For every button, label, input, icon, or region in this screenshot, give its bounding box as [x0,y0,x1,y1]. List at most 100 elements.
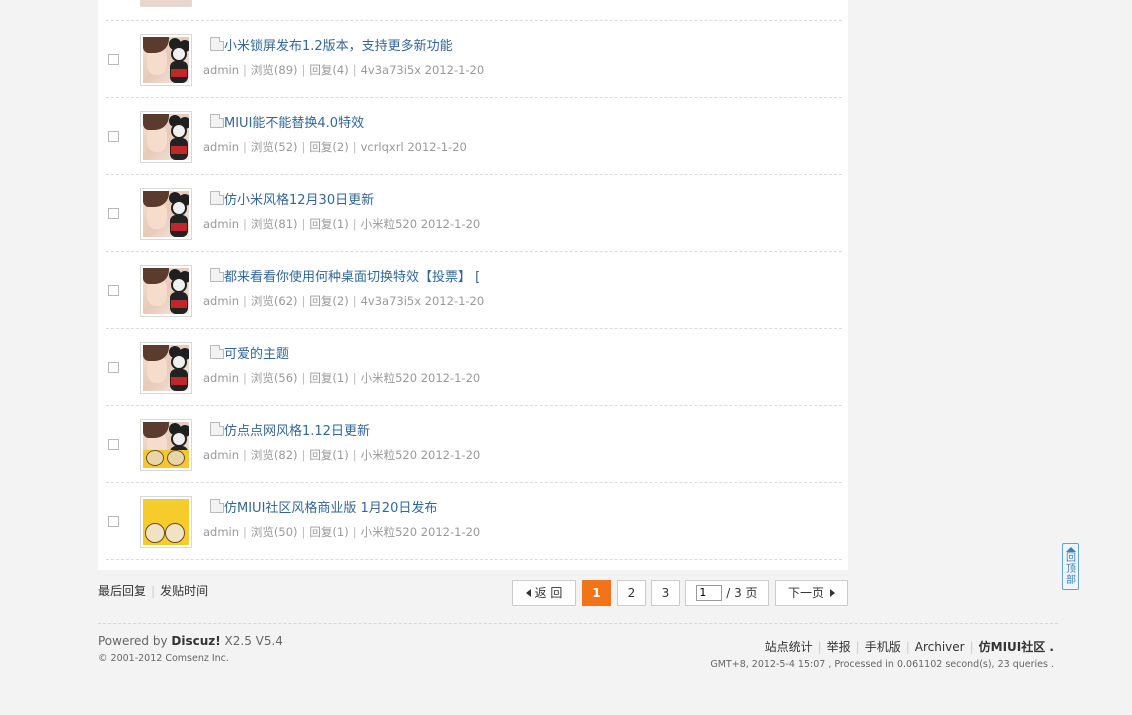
avatar[interactable] [140,34,192,86]
divider: | [969,640,974,654]
thread-row: 仿MIUI社区风格商业版 1月20日发布 admin | 浏览(50) | 回复(1) | 小… [106,483,842,560]
divider: | [352,525,357,539]
mobile-link[interactable]: 手机版 [865,640,901,654]
thread-checkbox[interactable] [108,439,119,450]
next-button[interactable]: 下一页 [775,580,848,606]
page-3-button[interactable]: 3 [651,580,680,606]
avatar[interactable] [140,419,192,471]
site-name-link[interactable]: 仿MIUI社区 . [979,640,1054,654]
reply-count: 回复(4) [309,63,349,77]
divider: | [855,640,860,654]
thread-title-link[interactable]: 都来看看你使用何种桌面切换特效【投票】 [ [224,266,480,285]
powered-product-link[interactable]: Discuz! [171,634,220,648]
divider: | [243,448,247,462]
last-poster-link[interactable]: 小米粒520 [361,217,417,231]
author-link[interactable]: admin [203,371,239,385]
post-date: 2012-1-20 [420,217,481,231]
last-poster-link[interactable]: 4v3a73i5x [361,294,421,308]
avatar-image [143,114,189,160]
last-poster-link[interactable]: 小米粒520 [361,525,417,539]
divider: | [352,217,357,231]
powered-by: Powered by Discuz! X2.5 V5.4 [98,634,283,648]
author-link[interactable]: admin [203,525,239,539]
divider: | [243,525,247,539]
avatar[interactable] [140,265,192,317]
thread-meta: admin | 浏览(50) | 回复(1) | 小米粒520 2012-1-20 [203,524,480,540]
divider: | [301,525,306,539]
author-link[interactable]: admin [203,448,239,462]
thread-meta: admin | 浏览(82) | 回复(1) | 小米粒520 2012-1-20 [203,447,480,463]
prev-button[interactable]: 返 回 [512,580,576,606]
thread-checkbox[interactable] [108,131,119,142]
thread-checkbox[interactable] [108,208,119,219]
post-date: 2012-1-20 [420,371,481,385]
avatar[interactable] [140,342,192,394]
last-poster-link[interactable]: 小米粒520 [361,448,417,462]
stats-link[interactable]: 站点统计 [765,640,813,654]
powered-prefix: Powered by [98,634,172,648]
thread-title-link[interactable]: 仿点点网风格1.12日更新 [224,420,370,439]
document-icon [210,345,224,359]
document-icon [210,422,224,436]
post-date: 2012-1-20 [424,294,485,308]
avatar[interactable] [140,496,192,548]
page-jump: / 3 页 [685,580,769,606]
thread-checkbox[interactable] [108,516,119,527]
reply-count: 回复(1) [309,448,349,462]
author-link[interactable]: admin [203,217,239,231]
post-date: 2012-1-20 [424,63,485,77]
thread-meta: admin | 浏览(62) | 回复(2) | 4v3a73i5x 2012-1-20 [203,293,484,309]
author-link[interactable]: admin [203,140,239,154]
divider: | [817,640,822,654]
avatar-image [143,499,189,545]
view-count: 浏览(89) [250,63,298,77]
thread-row: MIUI能不能替换4.0特效 admin | 浏览(52) | 回复(2) | vcrlqxr… [106,98,842,175]
sort-post-time-link[interactable]: 发贴时间 [160,584,208,598]
page-2-button[interactable]: 2 [617,580,646,606]
last-poster-link[interactable]: 4v3a73i5x [361,63,421,77]
thread-title-link[interactable]: MIUI能不能替换4.0特效 [224,112,364,131]
back-to-top-button[interactable]: 回顶部 [1062,543,1079,590]
arrow-up-icon [1066,547,1076,552]
page-jump-input[interactable] [696,584,723,601]
divider: | [352,294,357,308]
processing-info: GMT+8, 2012-5-4 15:07 , Processed in 0.0… [710,659,1054,670]
thread-row: 可爱的主题 admin | 浏览(56) | 回复(1) | 小米粒520 2012-1-20 [106,329,842,406]
avatar[interactable] [140,111,192,163]
thread-title-link[interactable]: 小米锁屏发布1.2版本，支持更多新功能 [224,35,453,54]
thread-meta: admin | 浏览(56) | 回复(1) | 小米粒520 2012-1-20 [203,370,480,386]
avatar[interactable] [140,188,192,240]
divider: | [151,584,156,598]
thread-title-link[interactable]: 仿MIUI社区风格商业版 1月20日发布 [224,497,437,516]
avatar-image [143,345,189,391]
thread-checkbox[interactable] [108,285,119,296]
thread-title-link[interactable]: 可爱的主题 [224,343,289,362]
divider: | [243,63,247,77]
author-link[interactable]: admin [203,63,239,77]
document-icon [210,499,224,513]
thread-title-link[interactable]: 仿小米风格12月30日更新 [224,189,374,208]
archiver-link[interactable]: Archiver [915,640,965,654]
page-total: / 3 页 [726,586,758,600]
page-1-button[interactable]: 1 [582,580,611,606]
avatar-image [143,191,189,237]
thread-row: 仿小米风格12月30日更新 admin | 浏览(81) | 回复(1) | 小米粒520 2… [106,175,842,252]
post-date: 2012-1-20 [420,525,481,539]
thread-list-panel: 小米锁屏发布1.2版本，支持更多新功能 admin | 浏览(89) | 回复(4) | 4v… [98,0,848,570]
thread-row: 都来看看你使用何种桌面切换特效【投票】 [admin | 浏览(62) | 回复(2) |… [106,252,842,329]
thread-checkbox[interactable] [108,54,119,65]
document-icon [210,191,224,205]
prev-label: 返 回 [534,586,563,600]
last-poster-link[interactable]: 小米粒520 [361,371,417,385]
report-link[interactable]: 举报 [827,640,851,654]
thread-row: 小米锁屏发布1.2版本，支持更多新功能 admin | 浏览(89) | 回复(4) | 4v… [106,21,842,98]
last-poster-link[interactable]: vcrlqxrl [361,140,404,154]
thread-row: 仿点点网风格1.12日更新 admin | 浏览(82) | 回复(1) | 小米粒520 2… [106,406,842,483]
post-date: 2012-1-20 [407,140,467,154]
divider: | [243,294,247,308]
back-to-top-label: 回顶部 [1066,553,1076,586]
sort-links: 最后回复 | 发贴时间 [98,582,208,599]
sort-last-reply-link[interactable]: 最后回复 [98,584,146,598]
author-link[interactable]: admin [203,294,239,308]
thread-checkbox[interactable] [108,362,119,373]
